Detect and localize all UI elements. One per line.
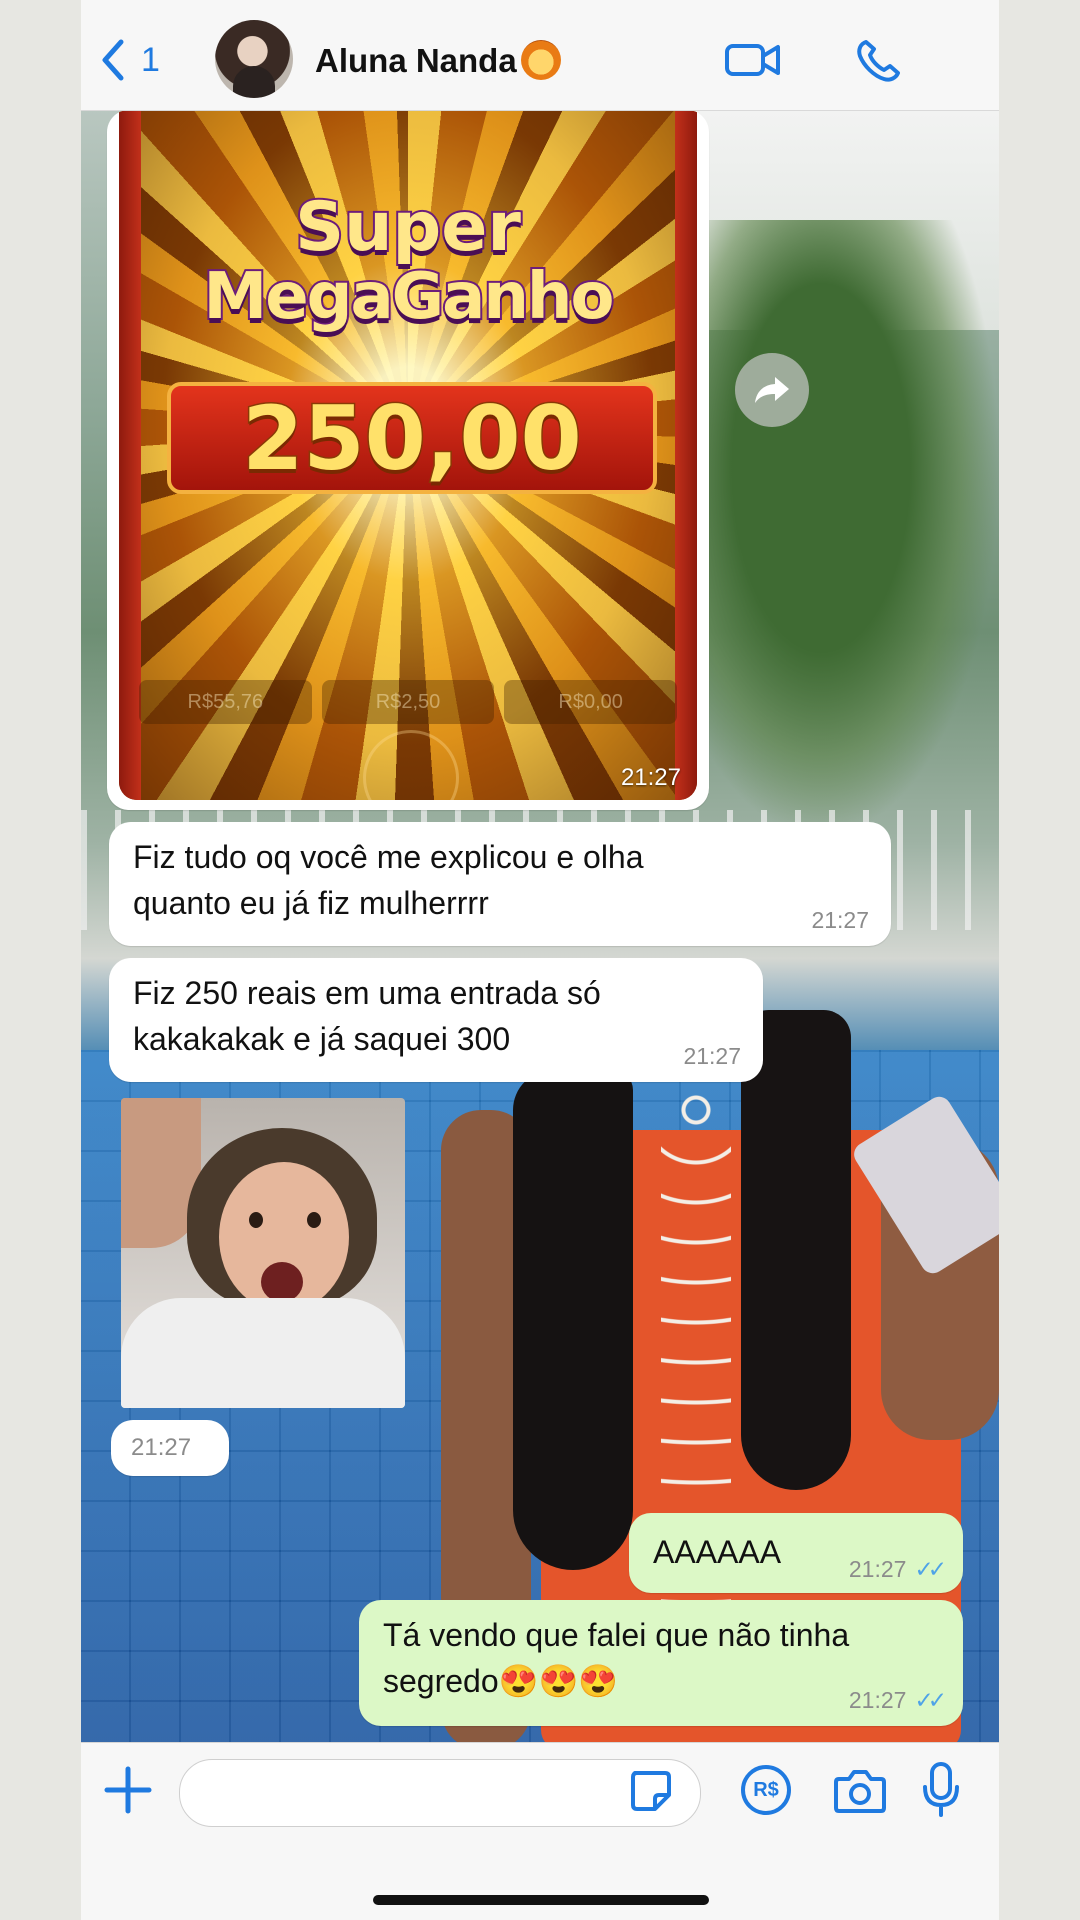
message-input-bar: R$: [81, 1742, 999, 1920]
game-stat-win: R$0,00: [504, 680, 678, 724]
message-time: 21:27: [848, 1687, 907, 1713]
message-time: 21:27: [811, 907, 869, 933]
microphone-icon[interactable]: [921, 1761, 961, 1819]
contact-name-row[interactable]: Aluna Nanda: [315, 40, 561, 80]
video-call-button[interactable]: [721, 30, 785, 90]
sticker-time-pill: 21:27: [111, 1420, 229, 1476]
contact-name: Aluna Nanda: [315, 42, 517, 79]
outgoing-message[interactable]: AAAAAA 21:27 ✓✓: [629, 1513, 963, 1593]
unread-count: 1: [141, 40, 160, 79]
chat-messages-area[interactable]: Super MegaGanho 250,00 R$55,76 R$2,50 R$…: [81, 110, 999, 1742]
lion-emoji-icon: [520, 40, 561, 80]
game-stats-bar: R$55,76 R$2,50 R$0,00: [139, 680, 678, 724]
payment-button[interactable]: R$: [741, 1765, 791, 1815]
game-title-line1: Super: [293, 186, 523, 269]
message-time-row: 21:27 ✓✓: [848, 1687, 947, 1714]
phone-icon: [857, 40, 900, 82]
game-stat-balance: R$55,76: [139, 680, 312, 724]
phone-screen: 1 Aluna Nanda Super MegaGanho 250,00 R$5…: [81, 0, 999, 1920]
message-time: 21:27: [683, 1043, 741, 1069]
plus-icon[interactable]: [103, 1765, 153, 1815]
chat-header: 1 Aluna Nanda: [81, 0, 999, 111]
read-ticks-icon: ✓✓: [914, 1556, 946, 1582]
voice-call-button[interactable]: [847, 30, 911, 90]
sticker-icon[interactable]: [627, 1767, 675, 1815]
chevron-left-icon: [102, 39, 124, 81]
video-camera-icon: [725, 44, 780, 76]
message-text-line: kakakakak e já saquei 300: [133, 1021, 511, 1057]
outgoing-message[interactable]: Tá vendo que falei que não tinha segredo…: [359, 1600, 963, 1726]
game-title-line2: MegaGanho: [202, 258, 617, 336]
win-amount: 250,00: [241, 385, 584, 491]
payment-label: R$: [753, 1778, 779, 1801]
game-stat-bet: R$2,50: [321, 680, 495, 724]
win-amount-banner: 250,00: [167, 382, 657, 494]
incoming-message[interactable]: Fiz 250 reais em uma entrada só kakakaka…: [109, 958, 763, 1082]
message-time: 21:27: [620, 764, 681, 791]
forward-arrow-icon: [755, 377, 789, 403]
home-indicator: [373, 1895, 709, 1905]
contact-avatar[interactable]: [215, 20, 293, 98]
read-ticks-icon: ✓✓: [914, 1687, 946, 1713]
message-time: 21:27: [131, 1434, 192, 1461]
message-input[interactable]: [179, 1759, 701, 1827]
forward-button[interactable]: [735, 353, 809, 427]
message-time-row: 21:27 ✓✓: [848, 1556, 947, 1583]
message-time: 21:27: [848, 1556, 907, 1582]
message-text-line: quanto eu já fiz mulherrrr: [133, 885, 489, 921]
camera-icon[interactable]: [833, 1765, 887, 1815]
wallpaper-person-hair: [741, 1010, 851, 1490]
back-button[interactable]: 1: [99, 30, 169, 90]
message-text-line: Fiz 250 reais em uma entrada só: [133, 975, 601, 1011]
sticker-message[interactable]: [121, 1098, 405, 1408]
image-message[interactable]: Super MegaGanho 250,00 R$55,76 R$2,50 R$…: [107, 110, 709, 810]
wallpaper-person-hair: [513, 1070, 633, 1570]
message-text-line: segredo😍😍😍: [383, 1663, 619, 1699]
incoming-message[interactable]: Fiz tudo oq você me explicou e olha quan…: [109, 822, 891, 946]
message-text-line: Tá vendo que falei que não tinha: [383, 1617, 850, 1653]
game-screenshot-image: Super MegaGanho 250,00 R$55,76 R$2,50 R$…: [119, 110, 697, 800]
message-text-line: AAAAAA: [653, 1534, 782, 1570]
message-text-line: Fiz tudo oq você me explicou e olha: [133, 839, 644, 875]
